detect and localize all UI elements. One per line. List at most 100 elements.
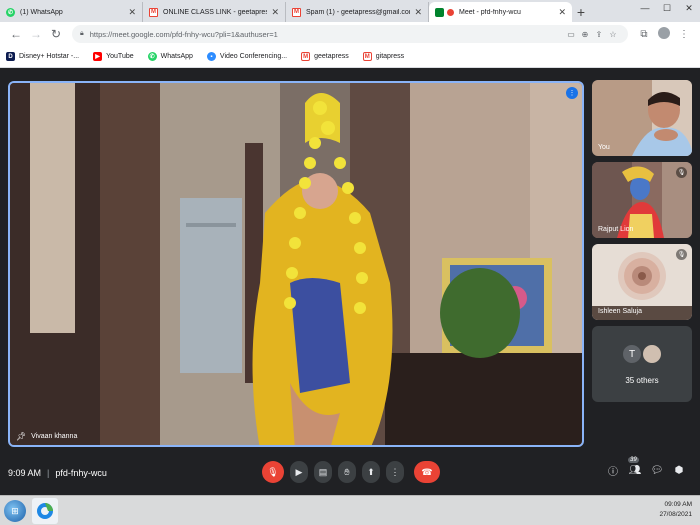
meeting-code: pfd-fnhy-wcu	[55, 468, 107, 478]
people-icon[interactable]: 👥︎ 39	[624, 457, 646, 476]
info-icon[interactable]: ⓘ	[602, 463, 624, 478]
forward-icon[interactable]: →	[26, 24, 46, 44]
close-window-icon[interactable]: ✕	[678, 0, 700, 16]
bookmark-label: WhatsApp	[160, 53, 193, 60]
edge-taskbar-icon[interactable]	[32, 498, 58, 524]
close-icon[interactable]: ✕	[271, 7, 279, 18]
minimize-icon[interactable]: —	[634, 0, 656, 16]
bookmarks-bar: D Disney+ Hotstar -... ▶ YouTube ✆ Whats…	[0, 46, 700, 68]
others-avatars: T	[622, 344, 662, 364]
meeting-time: 9:09 AM	[8, 468, 42, 478]
menu-icon[interactable]: ⋮	[674, 29, 694, 40]
gmail-icon: M	[149, 7, 158, 17]
bookmark-label: YouTube	[106, 53, 134, 60]
profile-avatar[interactable]	[654, 26, 674, 42]
browser-tab-strip: ✆ (1) WhatsApp ✕ M ONLINE CLASS LINK - g…	[0, 0, 700, 22]
bookmark-star-icon[interactable]: ☆	[606, 30, 620, 39]
clock-date: 27/08/2021	[659, 511, 692, 518]
leave-call-button[interactable]: ☎	[414, 461, 440, 483]
tab-online-class[interactable]: M ONLINE CLASS LINK - geetapress ✕	[143, 2, 286, 22]
separator: |	[47, 468, 50, 478]
meet-control-bar: 9:09 AM | pfd-fnhy-wcu 🎙︎ ▶ ▤ ✋︎ ⬆ ⋮ ☎ ⓘ…	[0, 457, 700, 493]
mic-muted-icon: 🎙︎	[676, 167, 687, 178]
tab-title: Meet - pfd-fnhy-wcu	[459, 8, 521, 16]
extensions-icon[interactable]: ⧉	[634, 29, 654, 40]
captions-button[interactable]: ▤	[314, 461, 332, 483]
share-icon[interactable]: ⇪	[592, 30, 606, 39]
chat-icon[interactable]: 💬︎	[646, 465, 668, 476]
edge-icon	[37, 503, 53, 519]
windows-taskbar: ⊞ 09:09 AM 27/08/2021	[0, 495, 700, 525]
recording-icon	[447, 8, 454, 16]
camera-toggle-button[interactable]: ▶	[290, 461, 308, 483]
bookmark-label: geetapress	[314, 53, 349, 60]
tile-ishleen-saluja[interactable]: 🎙︎ Ishleen Saluja	[592, 244, 692, 320]
bookmark-gitapress[interactable]: M gitapress	[362, 52, 405, 61]
bookmark-video-conferencing[interactable]: ▪ Video Conferencing...	[206, 52, 288, 61]
zoom-icon[interactable]: ⊕	[578, 30, 592, 39]
tile-you[interactable]: You	[592, 80, 692, 156]
lock-icon[interactable]: 🔒︎	[80, 30, 84, 38]
tab-title: ONLINE CLASS LINK - geetapress	[163, 8, 268, 16]
bookmark-hotstar[interactable]: D Disney+ Hotstar -...	[6, 52, 79, 61]
close-icon[interactable]: ✕	[558, 7, 566, 18]
speaking-indicator-icon: ⋮	[566, 87, 578, 99]
gmail-icon: M	[362, 52, 372, 61]
participant-video	[10, 83, 582, 445]
bookmark-whatsapp[interactable]: ✆ WhatsApp	[147, 52, 193, 61]
main-participant-name: Vivaan khanna	[31, 433, 78, 440]
activities-icon[interactable]: ⬢	[668, 465, 690, 476]
youtube-icon: ▶	[93, 52, 103, 61]
tile-name: Ishleen Saluja	[598, 308, 642, 315]
new-tab-button[interactable]: +	[572, 2, 590, 22]
main-participant-label: 📌︎ Vivaan khanna	[16, 432, 77, 441]
others-count: 35 others	[625, 376, 659, 385]
camera-icon[interactable]: ▭	[564, 30, 578, 39]
avatar: T	[622, 344, 642, 364]
gmail-icon: M	[292, 7, 301, 17]
tab-title: (1) WhatsApp	[20, 8, 63, 16]
tab-whatsapp[interactable]: ✆ (1) WhatsApp ✕	[0, 2, 143, 22]
tab-spam[interactable]: M Spam (1) - geetapress@gmail.com ✕	[286, 2, 429, 22]
tile-name: Rajput Lion	[598, 226, 634, 233]
raise-hand-button[interactable]: ✋︎	[338, 461, 356, 483]
reload-icon[interactable]: ↻	[46, 24, 66, 44]
avatar	[642, 344, 662, 364]
close-icon[interactable]: ✕	[128, 7, 136, 18]
participant-count-badge: 39	[628, 457, 639, 463]
tile-others[interactable]: T 35 others	[592, 326, 692, 402]
whatsapp-icon: ✆	[147, 52, 157, 61]
pin-icon[interactable]: 📌︎	[16, 432, 26, 441]
present-button[interactable]: ⬆	[362, 461, 380, 483]
close-icon[interactable]: ✕	[414, 7, 422, 18]
mic-muted-icon: 🎙︎	[676, 249, 687, 260]
browser-toolbar: ← → ↻ 🔒︎ https://meet.google.com/pfd-fnh…	[0, 22, 700, 46]
back-icon[interactable]: ←	[6, 24, 26, 44]
zoom-icon: ▪	[206, 52, 216, 61]
url-text: https://meet.google.com/pfd-fnhy-wcu?pli…	[89, 29, 278, 39]
system-clock[interactable]: 09:09 AM 27/08/2021	[659, 500, 692, 520]
tile-rajput-lion[interactable]: 🎙︎ Rajput Lion	[592, 162, 692, 238]
tab-meet[interactable]: Meet - pfd-fnhy-wcu ✕	[429, 2, 572, 22]
window-controls: — ☐ ✕	[634, 0, 700, 16]
whatsapp-icon: ✆	[6, 7, 15, 17]
gmail-icon: M	[301, 52, 311, 61]
bookmark-label: Video Conferencing...	[219, 53, 288, 60]
more-options-button[interactable]: ⋮	[386, 461, 404, 483]
maximize-icon[interactable]: ☐	[656, 0, 678, 16]
mic-toggle-button[interactable]: 🎙︎	[262, 461, 284, 483]
bookmark-label: Disney+ Hotstar -...	[19, 53, 80, 60]
bookmark-geetapress[interactable]: M geetapress	[301, 52, 349, 61]
meeting-details: 9:09 AM | pfd-fnhy-wcu	[8, 468, 107, 478]
address-bar[interactable]: 🔒︎ https://meet.google.com/pfd-fnhy-wcu?…	[72, 25, 628, 43]
start-button[interactable]: ⊞	[4, 500, 26, 522]
meet-stage: ⋮ 📌︎ Vivaan khanna You 🎙︎ Rajput Lion 🎙︎…	[0, 68, 700, 495]
bookmark-label: gitapress	[375, 53, 405, 60]
meet-icon	[435, 7, 444, 17]
main-video-tile[interactable]: ⋮ 📌︎ Vivaan khanna	[8, 81, 584, 447]
call-controls: 🎙︎ ▶ ▤ ✋︎ ⬆ ⋮ ☎	[262, 461, 446, 483]
tab-title: Spam (1) - geetapress@gmail.com	[306, 8, 411, 16]
clock-time: 09:09 AM	[664, 501, 692, 508]
bookmark-youtube[interactable]: ▶ YouTube	[93, 52, 134, 61]
meeting-side-controls: ⓘ 👥︎ 39 💬︎ ⬢	[602, 457, 690, 478]
